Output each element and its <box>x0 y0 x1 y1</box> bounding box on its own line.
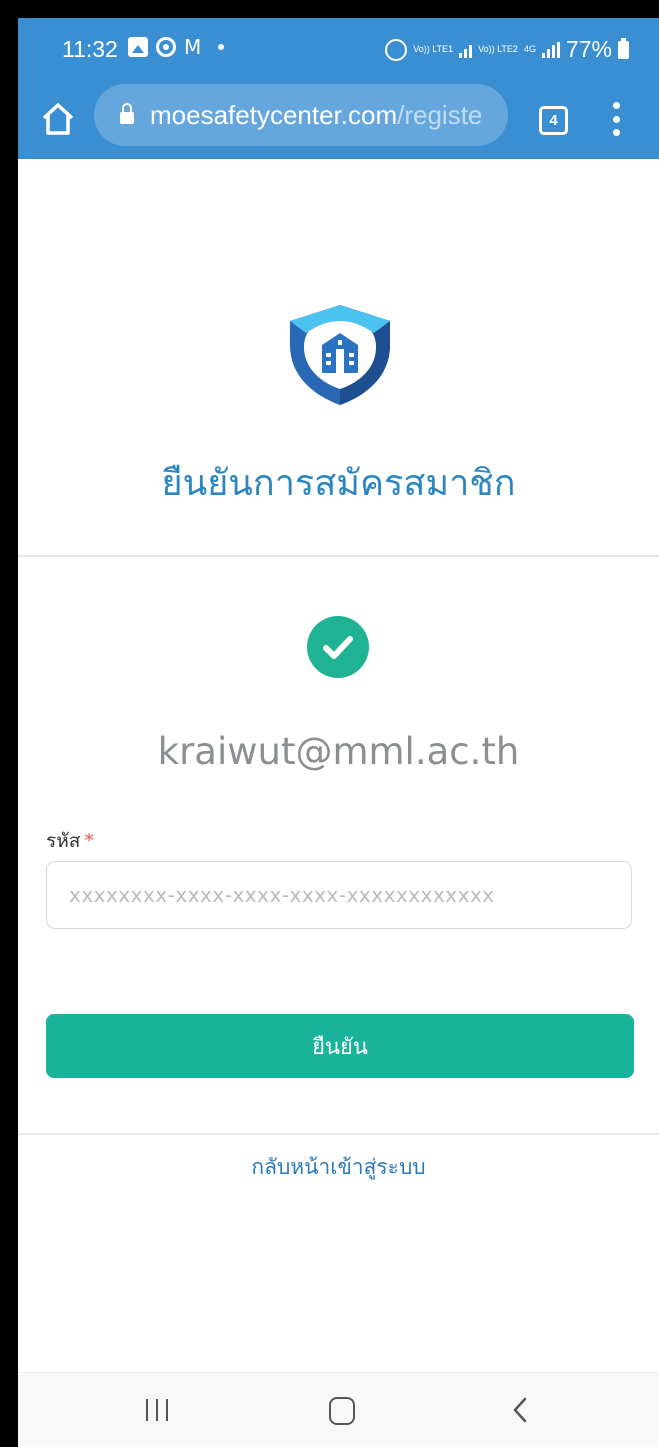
home-icon <box>42 103 74 135</box>
url-text: moesafetycenter.com/registe <box>150 100 482 131</box>
battery-percent: 77% <box>565 36 612 62</box>
android-nav-bar <box>18 1372 659 1447</box>
section-divider <box>18 555 659 557</box>
network-2-label: Vo)) LTE2 <box>478 44 518 54</box>
chrome-icon <box>156 37 176 57</box>
required-asterisk: * <box>84 830 94 852</box>
more-options-button[interactable] <box>610 102 622 136</box>
menu-dot-icon <box>612 129 620 136</box>
photo-icon <box>128 37 148 57</box>
lock-icon <box>120 103 134 124</box>
section-divider <box>18 1133 659 1135</box>
home-nav-button[interactable] <box>329 1397 355 1425</box>
signal-1-icon <box>459 42 473 58</box>
school-shield-logo <box>290 305 390 405</box>
notification-icons: M <box>128 37 224 57</box>
screenshot-frame-left <box>0 0 18 1447</box>
signal-2-icon <box>541 41 560 58</box>
browser-toolbar: moesafetycenter.com/registe 4 <box>18 80 659 159</box>
battery-icon <box>618 37 629 59</box>
success-check-icon <box>307 616 369 678</box>
home-button[interactable] <box>40 102 76 136</box>
phone-screen: 11:32 M Vo)) LTE1 Vo)) LTE2 4G 77% moesa… <box>18 18 659 1447</box>
registered-email: kraiwut@mml.ac.th <box>157 730 520 773</box>
gmail-icon: M <box>184 35 202 59</box>
back-nav-button[interactable] <box>512 1397 528 1423</box>
menu-dot-icon <box>612 115 620 123</box>
code-label-text: รหัส <box>46 830 81 852</box>
url-path: /registe <box>397 99 483 130</box>
screenshot-frame-top <box>0 0 659 18</box>
url-host: moesafetycenter.com <box>150 99 398 130</box>
code-field-label: รหัส * <box>46 826 94 856</box>
verification-code-input[interactable] <box>46 861 632 929</box>
tab-switcher-button[interactable]: 4 <box>539 106 568 135</box>
menu-dot-icon <box>612 102 620 109</box>
recent-apps-button[interactable] <box>146 1399 168 1421</box>
network-type-label: 4G <box>523 44 536 54</box>
notification-dot-icon <box>218 44 224 50</box>
system-status: Vo)) LTE1 Vo)) LTE2 4G 77% <box>385 36 629 63</box>
back-to-login-link[interactable]: กลับหน้าเข้าสู่ระบบ <box>18 1151 659 1184</box>
status-time: 11:32 <box>62 36 118 62</box>
alarm-icon <box>385 38 408 61</box>
network-1-label: Vo)) LTE1 <box>413 44 454 54</box>
confirm-button[interactable]: ยืนยัน <box>46 1014 634 1078</box>
page-title: ยืนยันการสมัครสมาชิก <box>161 463 516 504</box>
address-bar[interactable]: moesafetycenter.com/registe <box>94 84 508 146</box>
status-bar: 11:32 M Vo)) LTE1 Vo)) LTE2 4G 77% <box>18 18 659 80</box>
browser-chrome: 11:32 M Vo)) LTE1 Vo)) LTE2 4G 77% moesa… <box>18 18 659 159</box>
